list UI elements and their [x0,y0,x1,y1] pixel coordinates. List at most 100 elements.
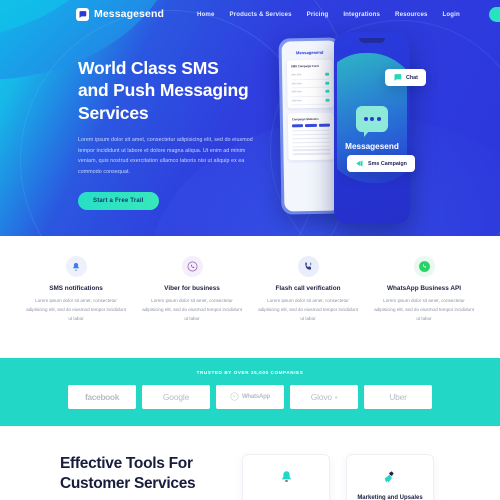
placeholder-line [292,137,331,140]
feature-card-sms-notifications: SMS notifications Lorem ipsum dolor sit … [18,256,134,358]
section-title: Effective Tools For Customer Services [60,454,220,494]
row-label: John Doe [291,90,302,94]
stats-bar [305,124,317,127]
nav-link-pricing[interactable]: Pricing [307,11,329,18]
toggle-icon [325,81,330,85]
trusted-by-section: TRUSTED BY OVER 25,000 COMPANIES faceboo… [0,358,500,426]
placeholder-line [292,153,331,156]
logo-label: facebook [84,392,120,402]
chat-bubble-icon [393,73,402,82]
tool-card-notifications[interactable] [242,454,330,500]
bubble-dot [363,116,368,121]
section-title-line-1: Effective Tools For [60,455,193,472]
start-free-trial-button[interactable]: Start a Free Trail [78,191,159,210]
feature-card-viber-for-business: Viber for business Lorem ipsum dolor sit… [134,256,250,358]
top-navigation: Messagesend Home Products & Services Pri… [0,0,500,28]
feature-title: Viber for business [164,285,220,292]
effective-tools-section: Effective Tools For Customer Services Ma… [0,426,500,500]
megaphone-icon [357,466,423,488]
hero-title-line-2: and Push Messaging [78,80,249,101]
placeholder-line [292,149,331,152]
tool-card-marketing-and-upsales[interactable]: Marketing and Upsales [346,454,434,500]
logo-google: Google [142,385,210,409]
logo-label: Google [162,392,190,402]
megaphone-icon [355,159,364,168]
brand-name: Messagesend [94,8,164,20]
phone-mockup-blue: Messagesend [334,32,410,224]
feature-text: Lorem ipsum dolor sit amet, consectetur … [258,298,358,321]
stats-bar [291,124,304,127]
placeholder-line [292,133,331,136]
logo-facebook: facebook [68,385,136,409]
logo-glovo-mark: 9 [334,394,338,400]
logo-label: Glovo [310,392,332,402]
page-title: World Class SMS and Push Messaging Servi… [78,57,253,124]
logo-glovo: Glovo 9 [290,385,358,409]
toggle-icon [325,90,330,94]
feature-text: Lorem ipsum dolor sit amet, consectetur … [26,298,126,321]
nav-link-home[interactable]: Home [197,11,215,18]
stats-bar [318,124,330,127]
feature-title: WhatsApp Business API [387,285,461,292]
badge-label: Sms Campaign [368,160,407,167]
toggle-icon [325,72,330,77]
hero-section: Messagesend Home Products & Services Pri… [0,0,500,236]
stats-bars [291,124,330,127]
whatsapp-icon [413,256,435,277]
whatsapp-icon [230,388,239,406]
placeholder-line [292,141,331,144]
nav-link-resources[interactable]: Resources [395,11,428,18]
hero-title-line-3: Services [78,102,149,123]
nav-link-login[interactable]: Login [443,11,460,18]
floating-badge-chat[interactable]: Chat [385,69,426,86]
bell-icon [65,256,87,277]
partner-logos: facebook Google WhatsApp Glovo 9 Uber [0,385,500,409]
feature-title: SMS notifications [49,285,103,292]
phone-white-screen: Messagesend SMS Campaign Form John Doe J… [281,40,341,212]
hero-copy: World Class SMS and Push Messaging Servi… [78,57,253,210]
phone-white-card-title: SMS Campaign Form [290,63,320,69]
bubble-dot [376,116,381,121]
phone-blue-app-name: Messagesend [345,141,399,151]
phone-blue-screen: Messagesend [337,35,407,221]
toggle-icon [325,98,330,102]
stats-placeholder-lines [292,129,331,156]
nav-link-integrations[interactable]: Integrations [343,11,380,18]
logo-label: Uber [389,392,407,402]
brand-logo[interactable]: Messagesend [76,7,164,21]
feature-title: Flash call verification [275,285,341,292]
badge-label: Chat [406,74,418,81]
placeholder-line [292,129,331,132]
trusted-by-title: TRUSTED BY OVER 25,000 COMPANIES [196,370,304,375]
hero-phone-mockups: Messagesend SMS Campaign Form John Doe J… [272,32,442,232]
register-button[interactable]: Register [488,6,500,22]
placeholder-line [292,145,331,148]
tool-card-title: Marketing and Upsales [357,495,423,500]
bell-icon [253,466,319,488]
features-section: SMS notifications Lorem ipsum dolor sit … [0,236,500,358]
phone-white-campaign-card: SMS Campaign Form John Doe John Doe John… [286,59,334,109]
phone-white-stats-card: Campaign Statistics [287,112,335,161]
hero-subtitle: Lorem ipsum dolor sit amet, consectetur … [78,137,253,175]
hero-title-line-1: World Class SMS [78,58,219,78]
bubble-dot [370,116,374,121]
floating-badge-sms-campaign[interactable]: Sms Campaign [347,155,415,172]
logo-label: WhatsApp [241,394,271,400]
feature-text: Lorem ipsum dolor sit amet, consectetur … [142,298,242,321]
chat-bubble-icon [356,105,388,137]
row-label: John Doe [291,73,302,77]
nav-link-products-services[interactable]: Products & Services [230,11,292,18]
feature-card-flash-call-verification: Flash call verification Lorem ipsum dolo… [250,256,366,358]
feature-text: Lorem ipsum dolor sit amet, consectetur … [374,298,474,321]
row-label: John Doe [291,99,302,103]
phone-white-row: John Doe [291,96,330,106]
viber-icon [181,256,203,277]
feature-card-whatsapp-business-api: WhatsApp Business API Lorem ipsum dolor … [366,256,482,358]
phone-notch [359,38,385,43]
phone-white-stats-title: Campaign Statistics [291,117,319,122]
phone-white-app-title: Messagesend [295,49,324,56]
phone-flash-icon [297,256,319,277]
landing-page: Messagesend Home Products & Services Pri… [0,0,500,500]
logo-uber: Uber [364,385,432,409]
row-label: John Doe [291,82,302,86]
